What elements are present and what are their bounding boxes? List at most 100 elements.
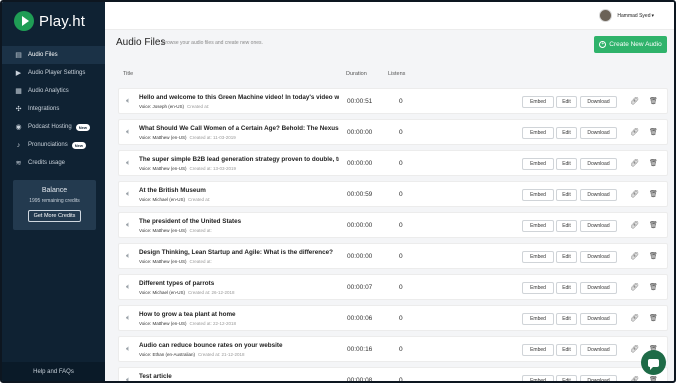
sidebar-item-audio-analytics[interactable]: ▦ Audio Analytics: [2, 82, 105, 100]
speaker-icon[interactable]: 🔈︎: [126, 127, 135, 136]
edit-button[interactable]: Edit: [556, 313, 577, 325]
created-date: Created at:: [189, 228, 212, 233]
embed-button[interactable]: Embed: [522, 220, 554, 232]
speaker-icon[interactable]: 🔈︎: [126, 158, 135, 167]
user-menu[interactable]: Hammad Syed ▾: [599, 9, 654, 22]
speaker-icon[interactable]: 🔈︎: [126, 96, 135, 105]
link-icon[interactable]: 🔗︎: [630, 252, 639, 260]
speaker-icon[interactable]: 🔈︎: [126, 375, 135, 381]
edit-button[interactable]: Edit: [556, 282, 577, 294]
embed-button[interactable]: Embed: [522, 158, 554, 170]
audio-title[interactable]: The super simple B2B lead generation str…: [139, 156, 339, 163]
link-icon[interactable]: 🔗︎: [630, 221, 639, 229]
speaker-icon[interactable]: 🔈︎: [126, 313, 135, 322]
embed-button[interactable]: Embed: [522, 127, 554, 139]
sidebar-item-pronunciations[interactable]: ♪ Pronunciations New: [2, 136, 105, 154]
audio-title[interactable]: The president of the United States: [139, 218, 339, 225]
download-button[interactable]: Download: [580, 127, 617, 139]
embed-button[interactable]: Embed: [522, 282, 554, 294]
table-row[interactable]: 🔈︎ Hello and welcome to this Green Machin…: [118, 88, 668, 114]
table-row[interactable]: 🔈︎ Design Thinking, Lean Startup and Agil…: [118, 243, 668, 269]
embed-button[interactable]: Embed: [522, 96, 554, 108]
link-icon[interactable]: 🔗︎: [630, 314, 639, 322]
embed-button[interactable]: Embed: [522, 344, 554, 356]
link-icon[interactable]: 🔗︎: [630, 283, 639, 291]
edit-button[interactable]: Edit: [556, 158, 577, 170]
trash-icon[interactable]: 🗑︎: [649, 190, 658, 198]
audio-meta: Voice: Matthew (en-US) Created at: 13-03-…: [139, 166, 236, 171]
sidebar-item-integrations[interactable]: ✣ Integrations: [2, 100, 105, 118]
edit-button[interactable]: Edit: [556, 251, 577, 263]
download-button[interactable]: Download: [580, 251, 617, 263]
download-button[interactable]: Download: [580, 344, 617, 356]
embed-button[interactable]: Embed: [522, 251, 554, 263]
download-button[interactable]: Download: [580, 96, 617, 108]
download-button[interactable]: Download: [580, 375, 617, 381]
trash-icon[interactable]: 🗑︎: [649, 159, 658, 167]
created-date: Created at:: [187, 104, 210, 109]
table-row[interactable]: 🔈︎ Test article 00:00:08 0 Embed Edit Download…: [118, 367, 668, 381]
link-icon[interactable]: 🔗︎: [630, 345, 639, 353]
trash-icon[interactable]: 🗑︎: [649, 314, 658, 322]
sidebar-item-credits-usage[interactable]: ≋ Credits usage: [2, 154, 105, 172]
trash-icon[interactable]: 🗑︎: [649, 128, 658, 136]
podcast-icon: ◉: [15, 124, 22, 131]
trash-icon[interactable]: 🗑︎: [649, 376, 658, 381]
chat-widget-button[interactable]: [641, 350, 666, 375]
audio-title[interactable]: Test article: [139, 373, 339, 380]
speaker-icon[interactable]: 🔈︎: [126, 220, 135, 229]
help-and-faqs-link[interactable]: Help and FAQs: [2, 362, 105, 381]
edit-button[interactable]: Edit: [556, 189, 577, 201]
sidebar-item-audio-files[interactable]: ▤ Audio Files: [2, 46, 105, 64]
embed-button[interactable]: Embed: [522, 313, 554, 325]
speaker-icon[interactable]: 🔈︎: [126, 251, 135, 260]
link-icon[interactable]: 🔗︎: [630, 97, 639, 105]
link-icon[interactable]: 🔗︎: [630, 159, 639, 167]
table-row[interactable]: 🔈︎ At the British Museum Voice: Michael (e…: [118, 181, 668, 207]
speaker-icon[interactable]: 🔈︎: [126, 189, 135, 198]
table-row[interactable]: 🔈︎ Different types of parrots Voice: Micha…: [118, 274, 668, 300]
embed-button[interactable]: Embed: [522, 189, 554, 201]
sidebar-item-label: Podcast Hosting: [28, 124, 72, 130]
trash-icon[interactable]: 🗑︎: [649, 283, 658, 291]
audio-title[interactable]: Audio can reduce bounce rates on your we…: [139, 342, 339, 349]
speaker-icon[interactable]: 🔈︎: [126, 282, 135, 291]
link-icon[interactable]: 🔗︎: [630, 190, 639, 198]
create-new-audio-button[interactable]: + Create New Audio: [594, 36, 667, 53]
app-window: Play.ht ▤ Audio Files ▶ Audio Player Set…: [0, 0, 676, 383]
link-icon[interactable]: 🔗︎: [630, 128, 639, 136]
logo[interactable]: Play.ht: [14, 11, 85, 31]
edit-button[interactable]: Edit: [556, 220, 577, 232]
created-date: Created at: 22-12-2018: [189, 321, 237, 326]
edit-button[interactable]: Edit: [556, 96, 577, 108]
trash-icon[interactable]: 🗑︎: [649, 221, 658, 229]
link-icon[interactable]: 🔗︎: [630, 376, 639, 381]
sidebar-item-audio-player-settings[interactable]: ▶ Audio Player Settings: [2, 64, 105, 82]
audio-title[interactable]: Different types of parrots: [139, 280, 339, 287]
edit-button[interactable]: Edit: [556, 344, 577, 356]
download-button[interactable]: Download: [580, 220, 617, 232]
audio-title[interactable]: Design Thinking, Lean Startup and Agile:…: [139, 249, 339, 256]
download-button[interactable]: Download: [580, 189, 617, 201]
table-row[interactable]: 🔈︎ The super simple B2B lead generation s…: [118, 150, 668, 176]
download-button[interactable]: Download: [580, 282, 617, 294]
table-row[interactable]: 🔈︎ Audio can reduce bounce rates on your …: [118, 336, 668, 362]
download-button[interactable]: Download: [580, 313, 617, 325]
trash-icon[interactable]: 🗑︎: [649, 252, 658, 260]
audio-title[interactable]: Hello and welcome to this Green Machine …: [139, 94, 339, 101]
audio-title[interactable]: At the British Museum: [139, 187, 339, 194]
edit-button[interactable]: Edit: [556, 375, 577, 381]
download-button[interactable]: Download: [580, 158, 617, 170]
audio-title[interactable]: What Should We Call Women of a Certain A…: [139, 125, 339, 132]
table-row[interactable]: 🔈︎ The president of the United States Voic…: [118, 212, 668, 238]
table-row[interactable]: 🔈︎ How to grow a tea plant at home Voice: …: [118, 305, 668, 331]
table-row[interactable]: 🔈︎ What Should We Call Women of a Certain…: [118, 119, 668, 145]
sidebar-item-podcast-hosting[interactable]: ◉ Podcast Hosting New: [2, 118, 105, 136]
edit-button[interactable]: Edit: [556, 127, 577, 139]
duration-value: 00:00:16: [347, 346, 373, 353]
get-more-credits-button[interactable]: Get More Credits: [27, 210, 82, 222]
embed-button[interactable]: Embed: [522, 375, 554, 381]
speaker-icon[interactable]: 🔈︎: [126, 344, 135, 353]
trash-icon[interactable]: 🗑︎: [649, 97, 658, 105]
audio-title[interactable]: How to grow a tea plant at home: [139, 311, 339, 318]
